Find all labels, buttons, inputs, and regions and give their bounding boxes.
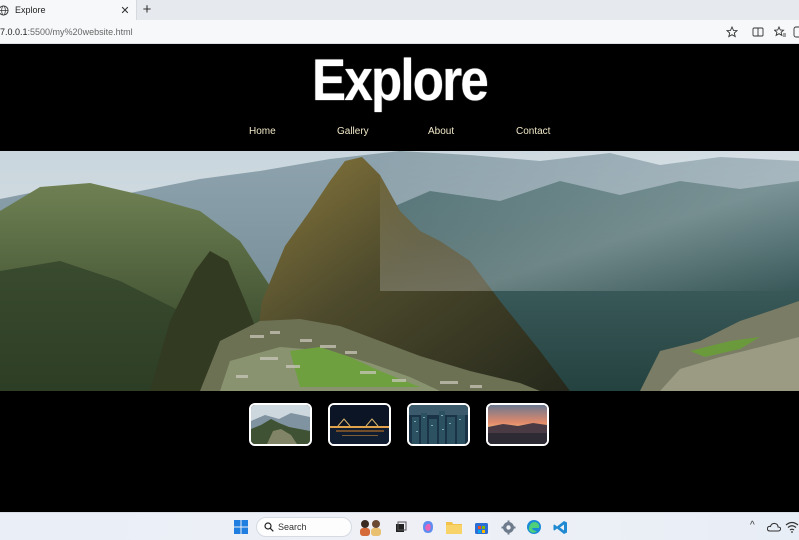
close-tab-icon[interactable]: ✕ (118, 4, 132, 17)
favorites-icon[interactable] (772, 24, 788, 40)
vscode-icon[interactable] (551, 518, 569, 536)
globe-icon (0, 4, 9, 16)
file-explorer-icon[interactable] (445, 518, 463, 536)
nav-about[interactable]: About (428, 125, 454, 139)
gallery-thumbnails (0, 403, 799, 447)
people-widget-icon[interactable] (356, 518, 386, 536)
browser-tab[interactable]: Explore ✕ (0, 0, 137, 20)
taskbar: Search ^ (0, 512, 799, 540)
search-icon (264, 522, 274, 532)
copilot-icon[interactable] (419, 518, 437, 536)
thumbnail-mountain-valley[interactable] (249, 403, 312, 446)
tab-title: Explore (15, 5, 46, 15)
edge-browser-icon[interactable] (525, 518, 543, 536)
search-label: Search (278, 522, 307, 532)
url-host: 7.0.0.1 (0, 27, 28, 37)
nav-gallery[interactable]: Gallery (337, 125, 369, 139)
microsoft-store-icon[interactable] (472, 518, 490, 536)
site-title: Explore (312, 48, 489, 113)
windows-start-icon[interactable] (232, 518, 250, 536)
thumbnail-city-bridge-night[interactable] (328, 403, 391, 446)
taskbar-search[interactable]: Search (256, 517, 352, 537)
nav-home[interactable]: Home (249, 125, 276, 139)
collections-icon[interactable] (791, 24, 799, 40)
wifi-icon[interactable] (783, 518, 799, 536)
web-page: Explore Home Gallery About Contact (0, 45, 799, 512)
thumbnail-city-skyline-night[interactable] (407, 403, 470, 446)
browser-tab-strip: Explore ✕ + (0, 0, 799, 20)
onedrive-cloud-icon[interactable] (765, 518, 783, 536)
main-nav: Home Gallery About Contact (0, 125, 799, 141)
new-tab-button[interactable]: + (139, 1, 155, 19)
thumbnail-sunset-sea[interactable] (486, 403, 549, 446)
address-bar: 7.0.0.1:5500/my%20website.html (0, 20, 799, 44)
split-screen-icon[interactable] (750, 24, 766, 40)
tray-chevron-up-icon[interactable]: ^ (750, 520, 755, 531)
favorite-star-icon[interactable] (724, 24, 740, 40)
hero-image (0, 151, 799, 391)
url-path: :5500/my%20website.html (27, 27, 133, 37)
task-view-icon[interactable] (392, 518, 410, 536)
settings-gear-icon[interactable] (499, 518, 517, 536)
url-field[interactable]: 7.0.0.1:5500/my%20website.html (0, 24, 133, 40)
nav-contact[interactable]: Contact (516, 125, 550, 139)
